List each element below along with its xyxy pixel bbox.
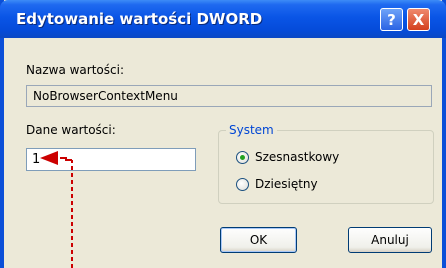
help-button[interactable]: ?: [380, 8, 403, 31]
radio-checked-icon[interactable]: [236, 150, 249, 164]
radio-hexadecimal-label: Szesnastkowy: [255, 150, 340, 164]
value-name-label: Nazwa wartości:: [26, 63, 124, 77]
value-name-field: NoBrowserContextMenu: [26, 85, 432, 107]
value-data-label: Dane wartości:: [26, 123, 116, 137]
cancel-button-label: Anuluj: [371, 233, 409, 247]
system-groupbox: [218, 130, 434, 204]
close-button[interactable]: X: [407, 8, 430, 31]
cancel-button[interactable]: Anuluj: [348, 227, 432, 253]
title-bar[interactable]: Edytowanie wartości DWORD ? X: [0, 0, 446, 38]
radio-decimal[interactable]: Dziesiętny: [236, 177, 318, 191]
radio-hexadecimal[interactable]: Szesnastkowy: [236, 150, 339, 164]
radio-decimal-label: Dziesiętny: [255, 177, 318, 191]
radio-unchecked-icon[interactable]: [236, 177, 249, 191]
value-data-input[interactable]: 1: [26, 148, 196, 171]
ok-button[interactable]: OK: [220, 227, 297, 253]
ok-button-label: OK: [249, 233, 268, 247]
dialog-title: Edytowanie wartości DWORD: [16, 10, 263, 28]
close-icon: X: [412, 10, 425, 29]
system-group-title: System: [226, 123, 277, 137]
help-icon: ?: [387, 10, 396, 29]
